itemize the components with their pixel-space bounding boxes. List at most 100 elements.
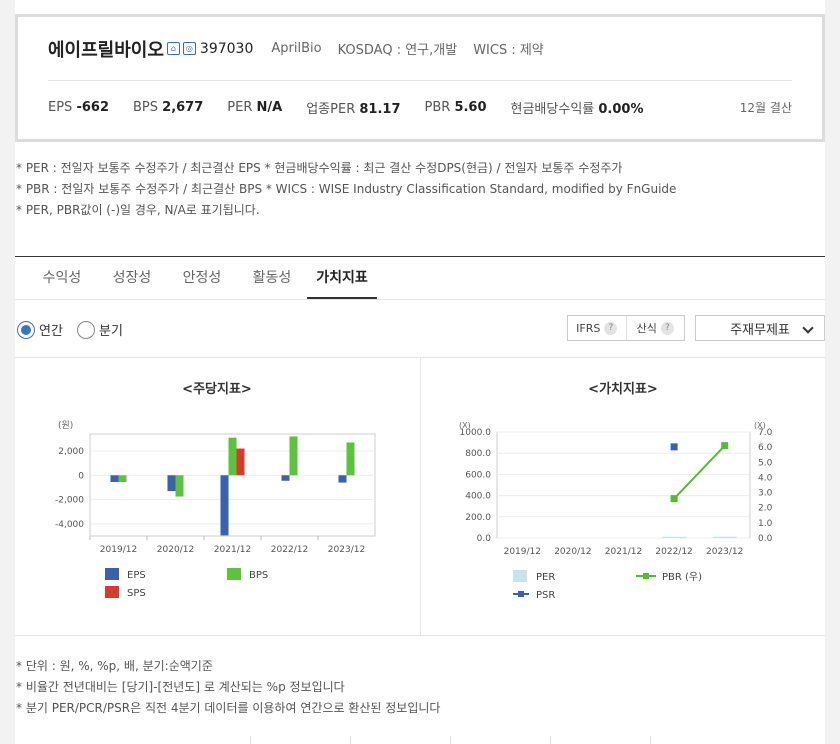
quarter-radio[interactable]: 분기 [77, 320, 123, 339]
chart-icon[interactable]: ◎ [182, 42, 196, 55]
y-tick-label: -2,000 [55, 496, 84, 506]
unit-notes: * 단위 : 원, %, %p, 배, 분기:순액기준 * 비율간 전년대비는 … [16, 656, 440, 719]
y-tick-label: -4,000 [55, 520, 84, 530]
footer-strip [15, 736, 825, 744]
market-info: KOSDAQ : 연구,개발 [337, 43, 458, 58]
bar-bps [228, 437, 237, 476]
radio-checked-icon [17, 320, 35, 339]
y-tick-label-left: 0.0 [477, 534, 492, 544]
wics-info: WICS : 제약 [473, 43, 544, 58]
y-tick-label-right: 5.0 [758, 458, 773, 468]
annual-radio[interactable]: 연간 [17, 320, 63, 339]
company-title-row: 에이프릴바이오 ⌂ ◎ 397030 AprilBio KOSDAQ : 연구,… [48, 17, 792, 81]
bar-per [712, 536, 737, 538]
note-line: * PER, PBR값이 (-)일 경우, N/A로 표기됩니다. [16, 203, 260, 217]
bar-bps [118, 475, 127, 482]
quarter-label: 분기 [99, 324, 123, 339]
y-tick-label-left: 400.0 [465, 492, 491, 502]
definition-notes: * PER : 전일자 보통주 수정주가 / 최근결산 EPS * 현금배당수익… [16, 158, 676, 221]
note-line: * 비율간 전년대비는 [당기]-[전년도] 로 계산되는 %p 정보입니다 [16, 680, 345, 694]
note-line: * PBR : 전일자 보통주 수정주가 / 최근결산 BPS * WICS :… [16, 182, 677, 196]
bar-bps [175, 475, 184, 497]
y-tick-label-right: 2.0 [758, 504, 773, 514]
stat-industry-per: 업종PER 81.17 [306, 101, 401, 117]
x-tick-label: 2020/12 [554, 547, 591, 557]
help-icon[interactable]: ? [604, 321, 618, 335]
per-share-chart: (원) 2,000 0 -2,000 -4,000 2019/12 2020/12 2021/… [55, 420, 376, 599]
valuation-chart: (X) (X)1000.0800.0600.0400.0200.00.07.06.… [459, 421, 773, 601]
statement-select-value: 주재무제표 [730, 322, 790, 338]
x-tick-label: 2020/12 [157, 545, 194, 555]
bar-eps [338, 475, 347, 483]
settlement-month: 12월 결산 [739, 100, 792, 115]
legend-swatch [227, 568, 241, 580]
legend-label: BPS [249, 570, 268, 581]
x-tick-label: 2019/12 [100, 545, 137, 555]
radio-unchecked-icon [77, 320, 95, 339]
stat-bps: BPS 2,677 [133, 99, 204, 115]
legend-label: SPS [127, 588, 146, 599]
legend-label: PBR (우) [662, 571, 702, 583]
legend-swatch [105, 586, 119, 598]
x-tick-label: 2021/12 [214, 545, 251, 555]
bar-eps [110, 475, 119, 482]
options-row: 연간 분기 IFRS? 산식? 주재무제표 [15, 300, 825, 358]
plot-frame [496, 431, 751, 539]
y-tick-label-right: 1.0 [758, 519, 773, 529]
bar-eps [281, 475, 290, 481]
y-tick-label-left: 1000.0 [460, 428, 492, 438]
legend-label: PER [536, 572, 555, 583]
bar-sps [236, 448, 245, 476]
tab-growth[interactable]: 성장성 [97, 257, 167, 299]
y-tick-label-left: 600.0 [465, 470, 491, 480]
legend-marker-pbr [643, 573, 649, 579]
point-pbr [721, 442, 729, 450]
bar-bps [346, 442, 355, 476]
legend-label: EPS [127, 570, 146, 581]
company-header: 에이프릴바이오 ⌂ ◎ 397030 AprilBio KOSDAQ : 연구,… [15, 14, 825, 142]
english-name: AprilBio [271, 41, 322, 56]
y-tick-label: 0 [78, 471, 84, 481]
y-tick-label-right: 3.0 [758, 489, 773, 499]
note-line: * PER : 전일자 보통주 수정주가 / 최근결산 EPS * 현금배당수익… [16, 161, 623, 175]
y-tick-label: 2,000 [58, 447, 84, 457]
x-tick-label: 2021/12 [605, 547, 642, 557]
x-tick-label: 2023/12 [706, 547, 743, 557]
chevron-down-icon [802, 322, 814, 334]
point-pbr [670, 495, 678, 503]
y-tick-label-left: 200.0 [465, 513, 491, 523]
home-icon[interactable]: ⌂ [166, 42, 180, 55]
company-name: 에이프릴바이오 [48, 39, 164, 61]
stat-per: PER N/A [227, 99, 283, 115]
statement-select[interactable]: 주재무제표 [695, 315, 825, 341]
note-line: * 단위 : 원, %, %p, 배, 분기:순액기준 [16, 659, 213, 673]
annual-label: 연간 [39, 324, 63, 339]
bar-eps [167, 475, 176, 492]
indicator-tabs: 수익성 성장성 안정성 활동성 가치지표 [15, 256, 825, 300]
charts-area: <주당지표> <가치지표> (원) 2,000 0 -2,000 -4,000 2019/… [15, 358, 825, 636]
x-tick-label: 2023/12 [328, 545, 365, 555]
legend-marker-psr [518, 591, 524, 597]
y-tick-label-left: 800.0 [465, 449, 491, 459]
x-tick-label: 2022/12 [655, 547, 692, 557]
tab-activity[interactable]: 활동성 [237, 257, 307, 299]
tab-profitability[interactable]: 수익성 [27, 257, 97, 299]
legend-swatch [105, 568, 119, 580]
formula-button[interactable]: 산식? [625, 316, 685, 340]
y-axis-unit: (원) [58, 420, 73, 431]
y-tick-label-right: 0.0 [758, 534, 773, 544]
help-icon[interactable]: ? [660, 321, 674, 335]
tab-valuation[interactable]: 가치지표 [307, 257, 377, 299]
stat-pbr: PBR 5.60 [424, 99, 487, 115]
stats-row: EPS -662 BPS 2,677 PER N/A 업종PER 81.17 P… [48, 81, 792, 133]
stat-eps: EPS -662 [48, 99, 109, 115]
bar-bps [289, 436, 298, 476]
legend-swatch-per [513, 570, 527, 582]
stat-dividend-yield: 현금배당수익률 0.00% [510, 101, 644, 117]
x-tick-label: 2022/12 [271, 545, 308, 555]
tab-stability[interactable]: 안정성 [167, 257, 237, 299]
standard-buttons: IFRS? 산식? [567, 315, 685, 341]
point-psr [670, 443, 678, 451]
y-tick-label-right: 6.0 [758, 443, 773, 453]
ifrs-button[interactable]: IFRS? [568, 316, 626, 340]
